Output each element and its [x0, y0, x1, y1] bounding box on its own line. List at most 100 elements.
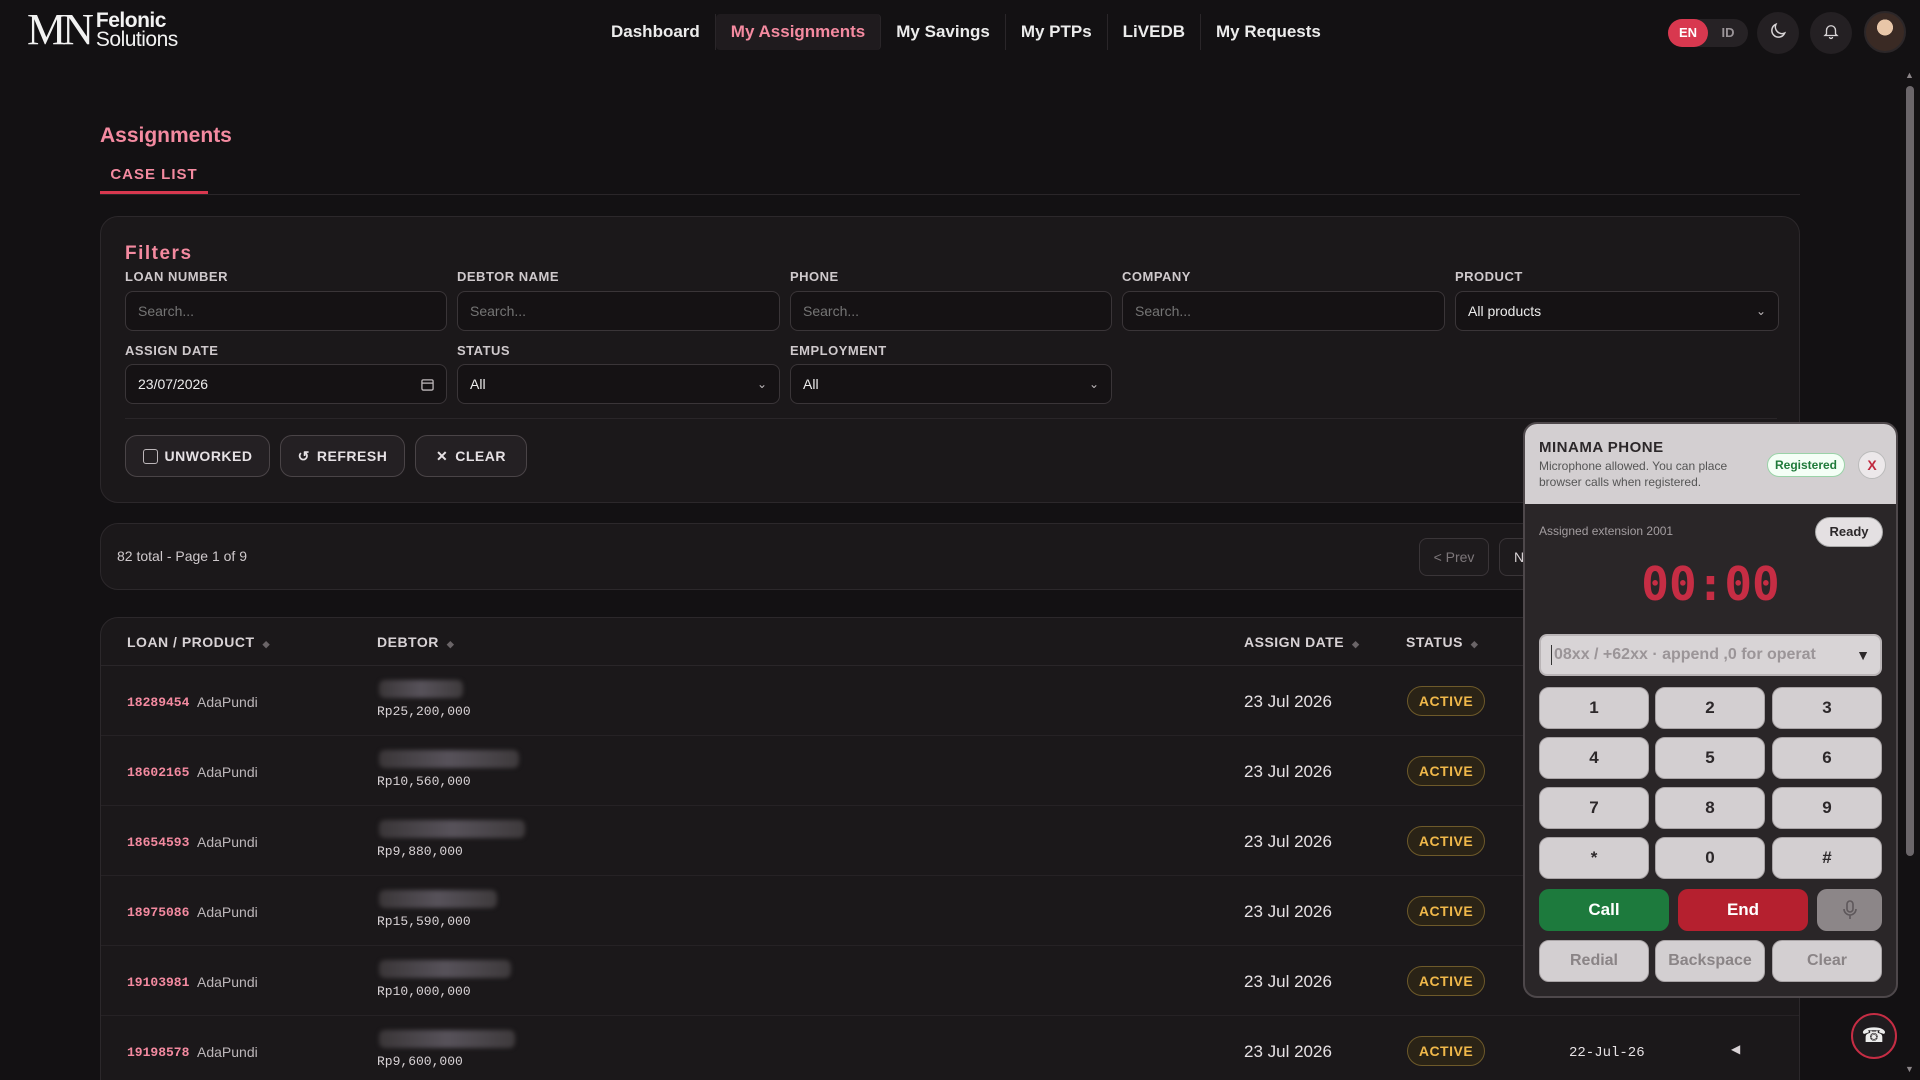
- product-select[interactable]: All products ⌄: [1455, 291, 1779, 331]
- assign-date: 23 Jul 2026: [1244, 1042, 1332, 1061]
- employment-label: EMPLOYMENT: [790, 343, 887, 358]
- nav-my-requests[interactable]: My Requests: [1201, 14, 1336, 50]
- loan-number-link[interactable]: 18602165: [127, 765, 189, 780]
- employment-select[interactable]: All ⌄: [790, 364, 1112, 404]
- assign-date: 23 Jul 2026: [1244, 762, 1332, 781]
- loan-number-link[interactable]: 18654593: [127, 835, 189, 850]
- notifications-button[interactable]: [1810, 12, 1852, 54]
- dial-key-3[interactable]: 3: [1772, 687, 1882, 729]
- dial-key-6[interactable]: 6: [1772, 737, 1882, 779]
- filters-divider: [125, 418, 1777, 419]
- brand-logo[interactable]: MN Felonic Solutions: [27, 8, 178, 52]
- page-info: 82 total - Page 1 of 9: [117, 548, 247, 564]
- unworked-toggle[interactable]: UNWORKED: [125, 435, 270, 477]
- scrollbar-thumb[interactable]: [1906, 86, 1914, 856]
- tab-case-list[interactable]: CASE LIST: [100, 158, 208, 194]
- status-badge: ACTIVE: [1407, 686, 1485, 716]
- chevron-down-icon: ⌄: [1088, 377, 1099, 391]
- dial-key-0[interactable]: 0: [1655, 837, 1765, 879]
- nav-dashboard[interactable]: Dashboard: [596, 14, 716, 50]
- sort-icon: ◆: [1352, 639, 1360, 649]
- lang-en-button[interactable]: EN: [1668, 19, 1708, 47]
- product-name: AdaPundi: [197, 974, 258, 990]
- assign-date-input[interactable]: 23/07/2026: [125, 364, 447, 404]
- debtor-name-redacted: [379, 680, 463, 698]
- clear-number-button[interactable]: Clear: [1772, 940, 1882, 982]
- ready-status-button[interactable]: Ready: [1815, 517, 1883, 547]
- product-name: AdaPundi: [197, 834, 258, 850]
- nav-my-assignments[interactable]: My Assignments: [715, 14, 882, 50]
- dial-key-hash[interactable]: #: [1772, 837, 1882, 879]
- end-call-button[interactable]: End: [1678, 889, 1808, 931]
- checkbox-icon[interactable]: [142, 448, 158, 464]
- dial-key-1[interactable]: 1: [1539, 687, 1649, 729]
- dial-key-star[interactable]: *: [1539, 837, 1649, 879]
- company-input[interactable]: [1122, 291, 1445, 331]
- dial-key-5[interactable]: 5: [1655, 737, 1765, 779]
- loan-number-input[interactable]: [125, 291, 447, 331]
- phone-toggle-button[interactable]: ☎: [1851, 1013, 1897, 1059]
- product-name: AdaPundi: [197, 1044, 258, 1060]
- mute-button[interactable]: [1817, 889, 1882, 931]
- company-label: COMPANY: [1122, 269, 1191, 284]
- registered-badge: Registered: [1767, 453, 1845, 477]
- clear-filters-button[interactable]: ✕ CLEAR: [415, 435, 527, 477]
- col-loan-product[interactable]: LOAN / PRODUCT ◆: [127, 634, 270, 650]
- debtor-name-redacted: [379, 960, 511, 978]
- theme-toggle-button[interactable]: [1757, 12, 1799, 54]
- product-name: AdaPundi: [197, 904, 258, 920]
- scroll-down-arrow[interactable]: ▼: [1905, 1064, 1914, 1074]
- col-assign-date[interactable]: ASSIGN DATE ◆: [1244, 634, 1360, 650]
- employment-select-value: All: [803, 376, 819, 392]
- dial-key-4[interactable]: 4: [1539, 737, 1649, 779]
- prev-page-button[interactable]: < Prev: [1419, 538, 1489, 576]
- status-select[interactable]: All ⌄: [457, 364, 780, 404]
- tab-divider: [100, 194, 1800, 195]
- col-debtor[interactable]: DEBTOR ◆: [377, 634, 454, 650]
- text-caret: [1551, 644, 1552, 665]
- call-button[interactable]: Call: [1539, 889, 1669, 931]
- dial-key-2[interactable]: 2: [1655, 687, 1765, 729]
- softphone-title: MINAMA PHONE: [1539, 439, 1664, 456]
- redial-button[interactable]: Redial: [1539, 940, 1649, 982]
- chevron-down-icon: ⌄: [756, 377, 767, 391]
- debtor-amount: Rp10,000,000: [377, 984, 471, 999]
- dropdown-arrow-icon[interactable]: ▼: [1856, 636, 1870, 674]
- status-badge: ACTIVE: [1407, 1036, 1485, 1066]
- table-row[interactable]: 19198578 AdaPundi Rp9,600,000 23 Jul 202…: [101, 1016, 1799, 1080]
- assign-date: 23 Jul 2026: [1244, 832, 1332, 851]
- sort-icon: ◆: [446, 639, 455, 649]
- loan-number-link[interactable]: 18289454: [127, 695, 189, 710]
- dial-key-9[interactable]: 9: [1772, 787, 1882, 829]
- dial-number-input[interactable]: 08xx / +62xx · append ,0 for operat ▼: [1539, 634, 1882, 676]
- loan-number-link[interactable]: 19198578: [127, 1045, 189, 1060]
- caret-left-icon[interactable]: ◀: [1731, 1042, 1740, 1056]
- clear-label: CLEAR: [455, 448, 506, 464]
- filters-title: Filters: [125, 243, 193, 264]
- loan-number-link[interactable]: 18975086: [127, 905, 189, 920]
- nav-my-ptps[interactable]: My PTPs: [1006, 14, 1108, 50]
- page-scrollbar[interactable]: ▲ ▼: [1904, 66, 1916, 1080]
- scroll-up-arrow[interactable]: ▲: [1905, 70, 1914, 80]
- moon-icon: [1768, 21, 1788, 46]
- refresh-icon: ↺: [297, 447, 310, 464]
- dial-key-7[interactable]: 7: [1539, 787, 1649, 829]
- backspace-button[interactable]: Backspace: [1655, 940, 1765, 982]
- calendar-icon[interactable]: [421, 365, 434, 406]
- dial-input-placeholder: 08xx / +62xx · append ,0 for operat: [1554, 646, 1816, 663]
- softphone-close-button[interactable]: X: [1858, 451, 1886, 479]
- debtor-name-label: DEBTOR NAME: [457, 269, 560, 284]
- refresh-button[interactable]: ↺ REFRESH: [280, 435, 405, 477]
- col-status[interactable]: STATUS ◆: [1406, 634, 1478, 650]
- user-avatar[interactable]: [1864, 11, 1906, 53]
- assign-date: 23 Jul 2026: [1244, 902, 1332, 921]
- debtor-name-input[interactable]: [457, 291, 780, 331]
- nav-livedb[interactable]: LiVEDB: [1108, 14, 1202, 50]
- loan-number-link[interactable]: 19103981: [127, 975, 189, 990]
- sort-icon: ◆: [262, 639, 270, 649]
- nav-my-savings[interactable]: My Savings: [881, 14, 1006, 50]
- top-navbar: MN Felonic Solutions Dashboard My Assign…: [0, 0, 1920, 64]
- dial-key-8[interactable]: 8: [1655, 787, 1765, 829]
- lang-id-button[interactable]: ID: [1708, 19, 1748, 47]
- phone-input[interactable]: [790, 291, 1112, 331]
